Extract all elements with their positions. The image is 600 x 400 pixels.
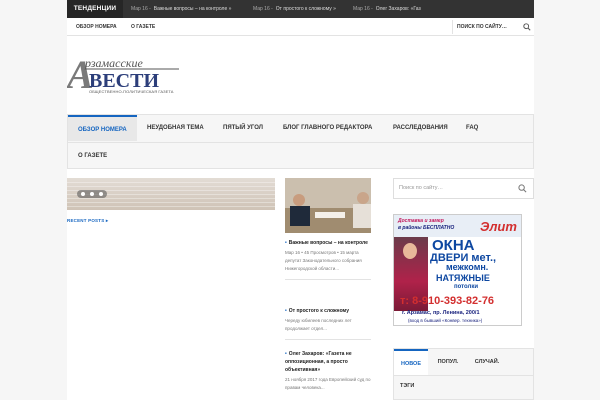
ad-text: НАТЯЖНЫЕ xyxy=(436,273,490,283)
tab-random[interactable]: СЛУЧАЙ. xyxy=(468,349,506,375)
trending-date: Мар 16 - xyxy=(253,6,273,12)
ad-text: межкомн. xyxy=(446,262,489,272)
page-gutter-left xyxy=(0,0,67,400)
header-search[interactable]: ПОИСК ПО САЙТУ… xyxy=(452,20,534,34)
nav-item-about[interactable]: О ГАЗЕТЕ xyxy=(78,143,107,169)
trending-bar: ТЕНДЕНЦИИ Мар 16 - Важные вопросы – на ко… xyxy=(67,0,534,18)
tab-tags[interactable]: ТЭГИ xyxy=(400,375,414,397)
nav-item-faq[interactable]: FAQ xyxy=(466,115,478,141)
sidebar-search-input[interactable]: Поиск по сайту… xyxy=(393,178,534,199)
logo-graphic: А рзамасские ВЕСТИ xyxy=(64,52,179,97)
trending-text: Олег Захаров: «Газ xyxy=(375,6,421,12)
ad-text: Доставка и замер xyxy=(398,218,444,224)
post-item[interactable]: • Важные вопросы – на контроле Мар 16 • 4… xyxy=(285,239,371,280)
post-title[interactable]: • Важные вопросы – на контроле xyxy=(285,239,371,247)
trending-label: ТЕНДЕНЦИИ xyxy=(67,0,123,18)
post-excerpt: Мар 16 • 45 Просмотров • 15 марта депута… xyxy=(285,250,362,271)
page-gutter-right xyxy=(534,0,600,400)
post-thumbnail[interactable] xyxy=(285,178,371,233)
post-item[interactable]: • От простого к сложному Череду юбилеев п… xyxy=(285,307,371,340)
slider-dot[interactable] xyxy=(90,192,94,196)
site-logo[interactable]: А рзамасские ВЕСТИ ОБЩЕСТВЕННО-ПОЛИТИЧЕС… xyxy=(64,52,182,97)
post-title[interactable]: • Олег Захаров: «Газета не оппозиционная,… xyxy=(285,350,371,374)
search-icon[interactable] xyxy=(523,23,531,31)
nav-item-review[interactable]: ОБЗОР НОМЕРА xyxy=(68,115,137,141)
trending-item[interactable]: Мар 16 - От простого к сложному » xyxy=(253,0,336,18)
nav-item-investigations[interactable]: РАССЛЕДОВАНИЯ xyxy=(393,115,448,141)
tab-popular[interactable]: ПОПУЛ. xyxy=(430,349,466,375)
header-search-placeholder: ПОИСК ПО САЙТУ… xyxy=(457,24,507,30)
post-photo xyxy=(285,178,371,233)
logo-tagline: ОБЩЕСТВЕННО-ПОЛИТИЧЕСКАЯ ГАЗЕТА xyxy=(89,89,174,94)
trending-date: Мар 16 - xyxy=(353,6,373,12)
nav-item-editor-blog[interactable]: БЛОГ ГЛАВНОГО РЕДАКТОРА xyxy=(283,115,372,141)
trending-text: От простого к сложному » xyxy=(275,6,336,12)
featured-slider[interactable] xyxy=(67,178,275,210)
post-item[interactable]: • Олег Захаров: «Газета не оппозиционная,… xyxy=(285,350,371,392)
advertisement-banner[interactable]: Доставка и замер в районы БЕСПЛАТНО Элит… xyxy=(393,214,522,326)
trending-text: Важные вопросы – на контроле » xyxy=(153,6,232,12)
svg-text:ВЕСТИ: ВЕСТИ xyxy=(89,70,159,91)
slider-dot[interactable] xyxy=(99,192,103,196)
ad-address-note: (вход в бывший «Конвер. техника») xyxy=(408,318,483,323)
nav-item-inconvenient-topic[interactable]: НЕУДОБНАЯ ТЕМА xyxy=(147,115,204,141)
sidebar-search-placeholder: Поиск по сайту… xyxy=(399,185,444,191)
main-nav: ОБЗОР НОМЕРА НЕУДОБНАЯ ТЕМА ПЯТЫЙ УГОЛ Б… xyxy=(67,114,534,169)
ad-text: потолки xyxy=(454,284,479,290)
nav-item-fifth-corner[interactable]: ПЯТЫЙ УГОЛ xyxy=(223,115,263,141)
ad-address: г. Арзамас, пр. Ленина, 200/1 xyxy=(402,310,480,316)
svg-text:рзамасские: рзамасские xyxy=(84,56,143,70)
tab-new[interactable]: НОВОЕ xyxy=(394,349,428,375)
recent-posts-link[interactable]: RECENT POSTS ▸ xyxy=(67,218,108,224)
subnav-link-review[interactable]: ОБЗОР НОМЕРА xyxy=(76,18,117,36)
subnav-link-about[interactable]: О ГАЗЕТЕ xyxy=(131,18,155,36)
sidebar-tabs: НОВОЕ ПОПУЛ. СЛУЧАЙ. ТЭГИ xyxy=(393,348,534,400)
slider-pagination[interactable] xyxy=(77,190,107,198)
trending-date: Мар 16 - xyxy=(131,6,151,12)
slider-dot[interactable] xyxy=(81,192,85,196)
secondary-nav: ОБЗОР НОМЕРА О ГАЗЕТЕ ПОИСК ПО САЙТУ… xyxy=(67,18,534,36)
nav-divider xyxy=(68,142,533,143)
search-icon[interactable] xyxy=(518,184,527,193)
trending-item[interactable]: Мар 16 - Важные вопросы – на контроле » xyxy=(131,0,231,18)
ad-brand: Элит xyxy=(480,219,517,234)
post-excerpt: Череду юбилеев последних лет продолжает … xyxy=(285,318,352,331)
post-title[interactable]: • От простого к сложному xyxy=(285,307,371,315)
post-excerpt: 21 ноября 2017 года Европейский суд по п… xyxy=(285,377,371,390)
ad-text: в районы БЕСПЛАТНО xyxy=(398,225,455,231)
trending-item[interactable]: Мар 16 - Олег Захаров: «Газ xyxy=(353,0,421,18)
ad-phone: т: 8-910-393-82-76 xyxy=(400,295,495,307)
